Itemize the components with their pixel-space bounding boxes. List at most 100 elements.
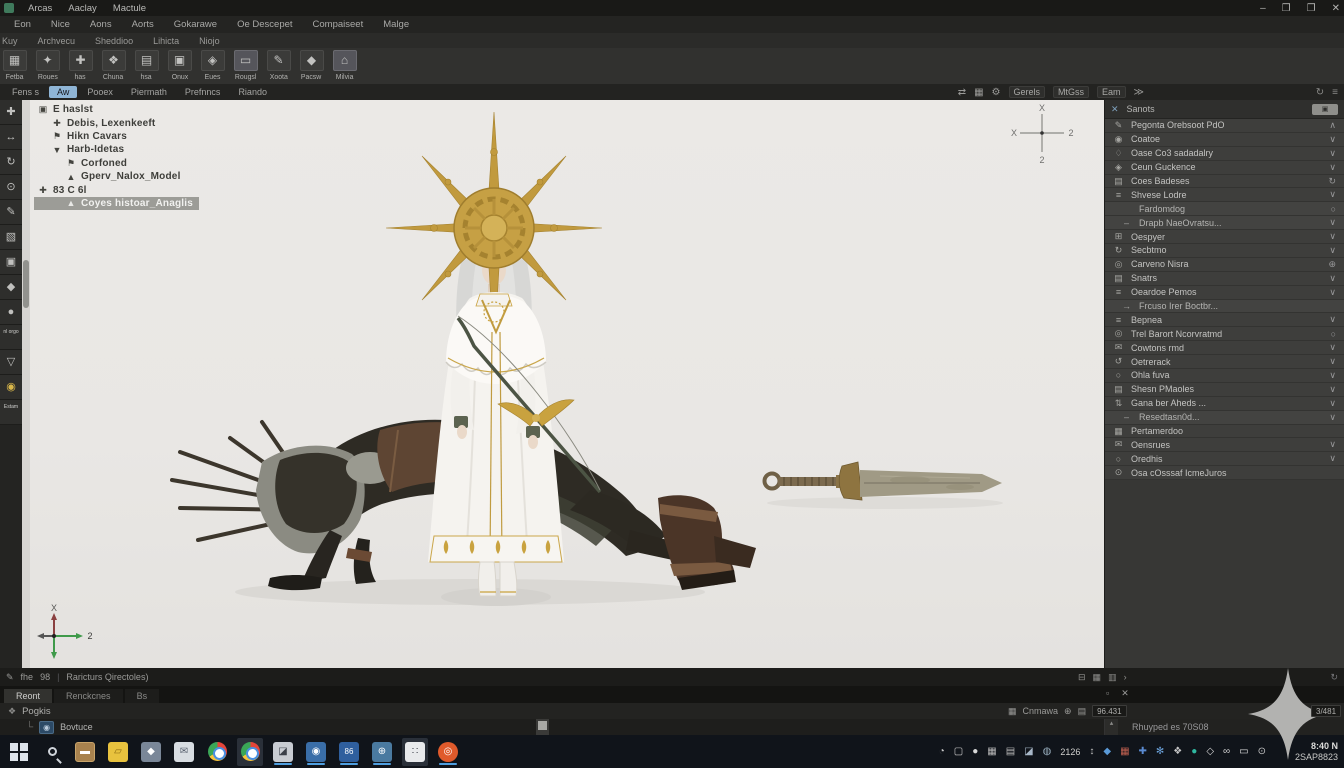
outliner-item-4[interactable]: ⚑Corfoned (34, 157, 199, 170)
panel-row-23[interactable]: ✉Oensrues∨ (1105, 438, 1344, 452)
menu-item-7[interactable]: Malge (383, 19, 409, 30)
bottom-tab-2[interactable]: Bs (125, 689, 160, 703)
value-box[interactable]: 96.431 (1092, 705, 1126, 717)
chevron-down-icon[interactable]: ∨ (1329, 384, 1336, 395)
panel-row-1[interactable]: ◉Coatoe∨ (1105, 133, 1344, 147)
panel-row-16[interactable]: ✉Cowtons rmd∨ (1105, 341, 1344, 355)
panel-row-15[interactable]: ◎Trel Barort Ncorvratmd○ (1105, 327, 1344, 341)
menu-item-2[interactable]: Aons (90, 19, 112, 30)
outliner-item-5[interactable]: ▲Gperv_Nalox_Model (34, 170, 199, 183)
app-briefcase[interactable]: ▬ (72, 738, 98, 766)
sync-icon[interactable]: ↻ (1330, 672, 1338, 683)
chevron-down-icon[interactable]: ∨ (1329, 231, 1336, 242)
outliner-item-1[interactable]: ✚Debis, Lexenkeeft (34, 116, 199, 129)
circle-icon[interactable]: ○ (1331, 329, 1336, 339)
app-chrome[interactable] (204, 738, 230, 766)
chevron-down-icon[interactable]: ∨ (1329, 148, 1336, 159)
menu-lines-icon[interactable]: ≡ (1332, 87, 1338, 98)
app-browser[interactable]: ⊕ (369, 738, 395, 766)
panel-row-21[interactable]: –Resedtasn0d...∨ (1105, 411, 1344, 425)
panel-row-2[interactable]: ♢Oase Co3 sadadalry∨ (1105, 147, 1344, 161)
outliner-item-7[interactable]: ▲Coyes histoar_Anaglis (34, 197, 199, 210)
panel-row-5[interactable]: ≡Shvese Lodre∨ (1105, 188, 1344, 202)
toolbar-button-4[interactable]: ▤hsa (132, 50, 161, 81)
chevron-down-icon[interactable]: ∨ (1329, 412, 1336, 423)
columns-icon[interactable]: ▥ (1108, 672, 1117, 683)
axis-gizmo-top[interactable]: X X 2 2 (1002, 102, 1082, 166)
dock-icon[interactable]: ▫ (1106, 688, 1109, 699)
titlebar-menu-1[interactable]: Aaclay (68, 3, 97, 14)
panel-row-18[interactable]: ○Ohla fuva∨ (1105, 369, 1344, 383)
search-button[interactable] (39, 738, 65, 766)
calendar-tray-icon[interactable]: ▤ (1006, 746, 1015, 757)
grid-small-icon[interactable]: ▦ (1008, 706, 1017, 717)
label-tool[interactable]: nl orgo (0, 325, 22, 350)
dot-tray-icon[interactable]: ● (972, 746, 978, 757)
outliner-item-2[interactable]: ⚑Hikn Cavars (34, 130, 199, 143)
chevron-down-icon[interactable]: ∨ (1329, 370, 1336, 381)
snow-tray-icon[interactable]: ✻ (1156, 746, 1164, 757)
axis-gizmo-bottom[interactable]: X 2 (32, 602, 102, 664)
app-mail[interactable]: ✉ (171, 738, 197, 766)
submenu-item-4[interactable]: Niojo (199, 36, 220, 46)
star-value-box[interactable]: 3/481 (1311, 705, 1341, 717)
mini-scrollbar-thumb[interactable] (538, 721, 547, 730)
clock-tray-icon[interactable]: ◔ (939, 746, 945, 757)
close-panel-icon[interactable]: ✕ (1121, 688, 1129, 699)
app-shield[interactable]: ◆ (138, 738, 164, 766)
diamond-tray-icon[interactable]: ◇ (1206, 746, 1214, 757)
orbit-tool-icon[interactable]: ⊙ (0, 175, 22, 200)
toolbar-button-7[interactable]: ▭Rougsl (231, 50, 260, 81)
grid-icon[interactable]: ▦ (1093, 672, 1102, 683)
chevron-down-icon[interactable]: ∨ (1329, 287, 1336, 298)
panel-row-3[interactable]: ◈Ceun Guckence∨ (1105, 161, 1344, 175)
plus-tray-icon[interactable]: ✚ (1139, 746, 1147, 757)
panel-row-25[interactable]: ⊙Osa cOsssaf IcmeJuros (1105, 466, 1344, 480)
tab-5[interactable]: Riando (230, 86, 275, 98)
toolbar-button-3[interactable]: ❖Chuna (99, 50, 128, 81)
toolbar-button-1[interactable]: ✦Roues (33, 50, 62, 81)
tab-1[interactable]: Aw (49, 86, 77, 98)
globe-small-icon[interactable]: ⊕ (1064, 706, 1072, 717)
tiles-icon[interactable]: ⊟ (1078, 672, 1086, 683)
chevron-right-icon[interactable]: › (1124, 672, 1127, 682)
titlebar-menu-2[interactable]: Mactule (113, 3, 146, 14)
sphere-gold-icon[interactable]: ◉ (0, 375, 22, 400)
menu-item-1[interactable]: Nice (51, 19, 70, 30)
layout-small-icon[interactable]: ▤ (1078, 706, 1087, 717)
command-input-row[interactable]: ▴ Rhuyped es 70S08 (1104, 719, 1344, 735)
scroll-up-icon[interactable]: ▴ (1105, 719, 1118, 735)
chevron-down-icon[interactable]: ∨ (1329, 314, 1336, 325)
panel-row-7[interactable]: –Drapb NaeOvratsu...∨ (1105, 216, 1344, 230)
menu-item-0[interactable]: Eon (14, 19, 31, 30)
panel-row-24[interactable]: ○Oredhis∨ (1105, 452, 1344, 466)
swap-icon[interactable]: ⇄ (958, 87, 966, 98)
chevron-down-icon[interactable]: ∨ (1329, 162, 1336, 173)
chevron-up-icon[interactable]: ∧ (1329, 120, 1336, 131)
panel-row-9[interactable]: ↻Secbtmo∨ (1105, 244, 1344, 258)
taskbar-clock[interactable]: 8:40 N 2SAP8823 (1295, 735, 1338, 768)
app-firefox[interactable]: ◎ (435, 738, 461, 766)
flower-tray-icon[interactable]: ❖ (1173, 746, 1182, 757)
bottom-tab-0[interactable]: Reont (4, 689, 52, 703)
mini-scrollbar[interactable] (536, 719, 549, 735)
toolbar-button-8[interactable]: ✎Xoota (264, 50, 293, 81)
toolbar-button-2[interactable]: ✚has (66, 50, 95, 81)
panel-row-13[interactable]: →Frcuso Irer Boctbr... (1105, 300, 1344, 314)
infinity-tray-icon[interactable]: ∞ (1223, 746, 1230, 757)
tray-count[interactable]: 2126 (1060, 747, 1080, 757)
submenu-item-2[interactable]: Sheddioo (95, 36, 133, 46)
lines-tray-icon[interactable]: ↕ (1089, 746, 1094, 757)
panel-row-10[interactable]: ◎Carveno Nisra⊕ (1105, 258, 1344, 272)
restore-button[interactable]: ❐ (1282, 3, 1291, 14)
select-tool-icon[interactable]: ✚ (0, 100, 22, 125)
toolbar-button-6[interactable]: ◈Eues (198, 50, 227, 81)
chevron-down-icon[interactable]: ∨ (1329, 439, 1336, 450)
app-code[interactable]: 86 (336, 738, 362, 766)
refresh-icon[interactable]: ↻ (1328, 176, 1336, 187)
panel-row-17[interactable]: ↺Oetrerack∨ (1105, 355, 1344, 369)
panel-row-11[interactable]: ▤Snatrs∨ (1105, 272, 1344, 286)
label-tool-2[interactable]: Estam (0, 400, 22, 425)
menu-item-3[interactable]: Aorts (132, 19, 154, 30)
tab-0[interactable]: Fens s (4, 86, 47, 98)
